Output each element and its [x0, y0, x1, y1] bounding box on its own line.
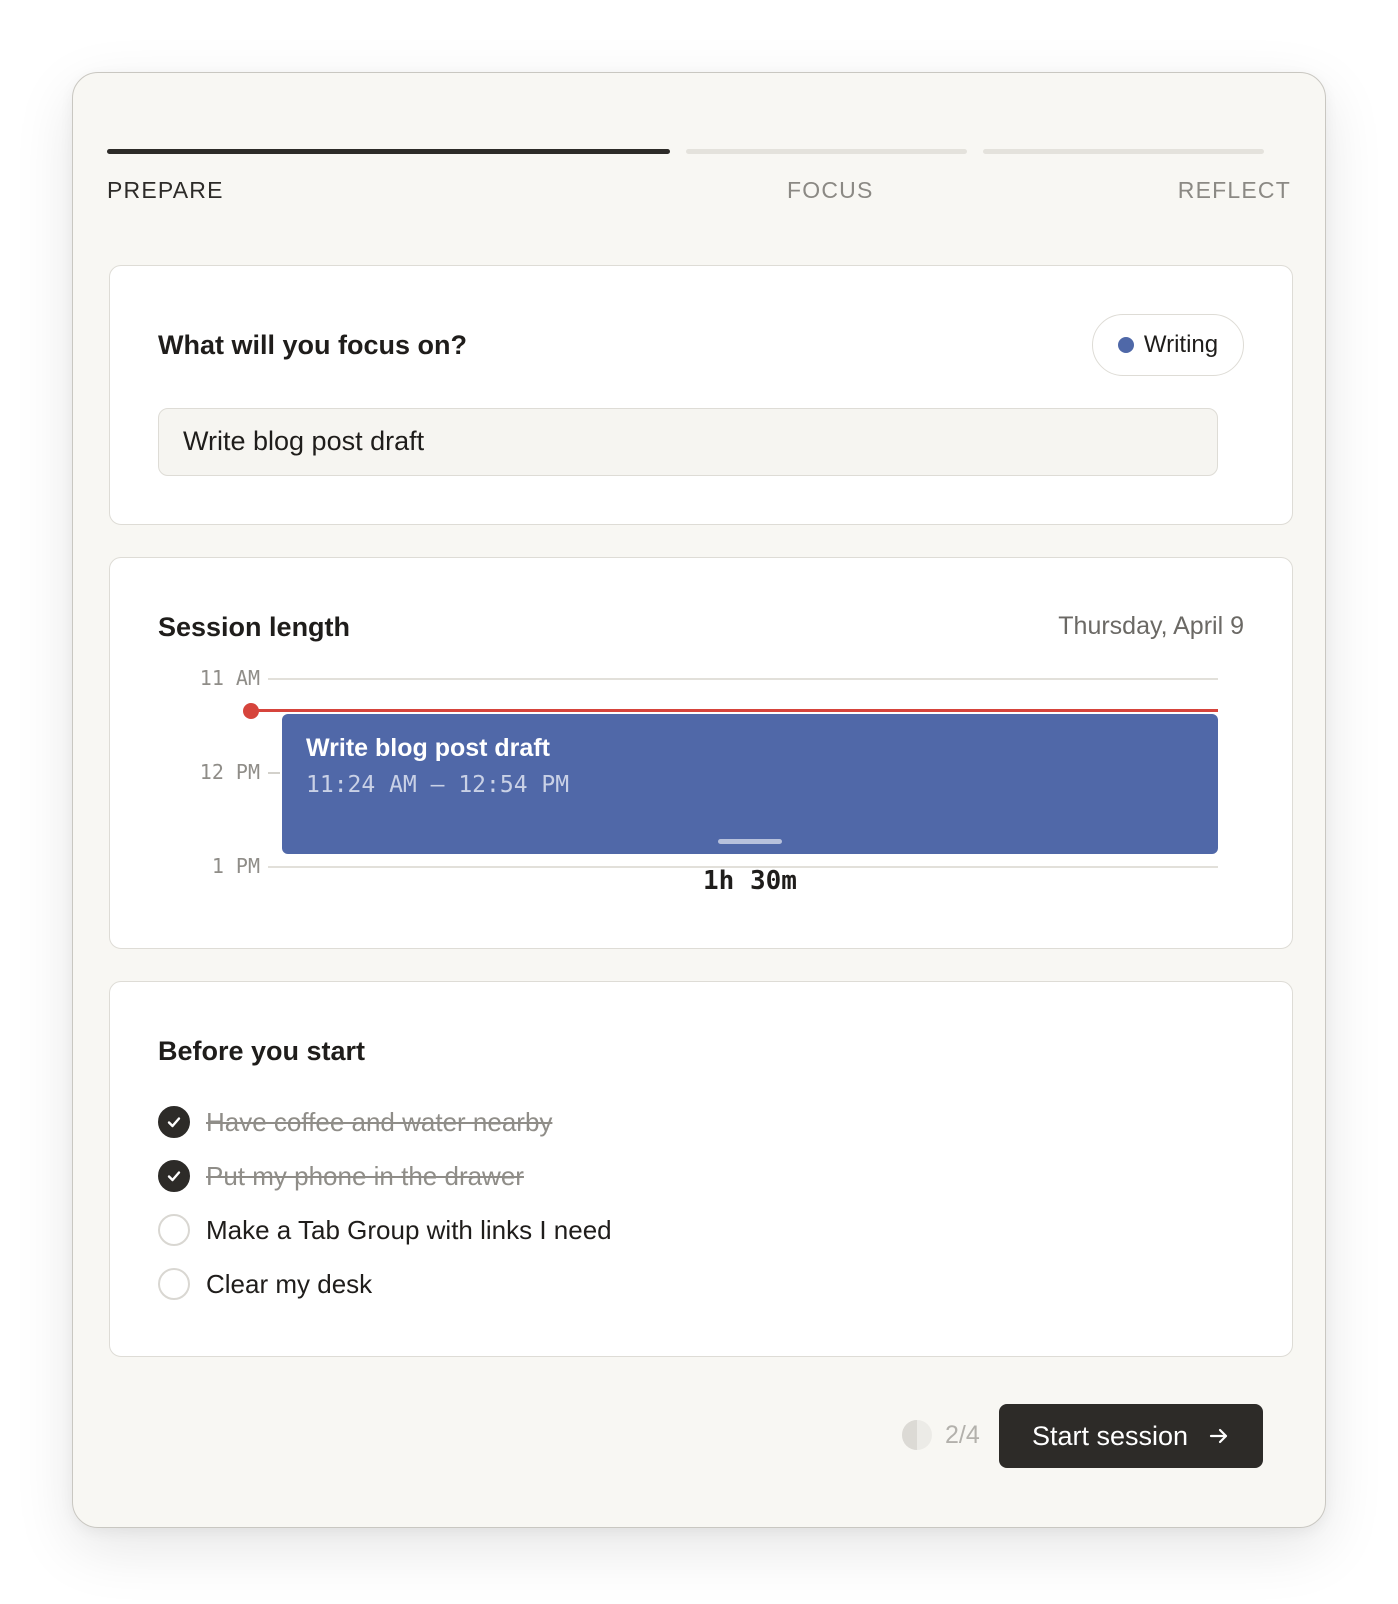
checklist-item[interactable]: Clear my desk [158, 1268, 372, 1300]
checklist-item-label: Have coffee and water nearby [206, 1106, 553, 1137]
checklist-title: Before you start [158, 1036, 366, 1066]
category-color-dot [1117, 337, 1134, 353]
hour-label-1pm: 1 PM [211, 854, 260, 878]
hour-tick-12pm [268, 772, 280, 774]
arrow-right-icon [1209, 1428, 1228, 1444]
checkbox-unchecked[interactable] [158, 1214, 190, 1246]
checklist-item-label: Make a Tab Group with links I need [206, 1214, 612, 1245]
step-bar-reflect [983, 149, 1264, 154]
event-title: Write blog post draft [306, 734, 550, 762]
checklist-item-label: Clear my desk [206, 1268, 373, 1299]
session-duration: 1h 30m [703, 866, 797, 896]
step-label-prepare[interactable]: PREPARE [107, 177, 224, 204]
session-date: Thursday, April 9 [1058, 612, 1244, 640]
event-resize-handle[interactable] [718, 839, 782, 844]
step-bar-prepare [107, 149, 670, 154]
start-session-button[interactable]: Start session [999, 1404, 1263, 1468]
checkmark-icon [167, 1171, 181, 1182]
checklist-item[interactable]: Have coffee and water nearby [158, 1106, 552, 1138]
category-pill[interactable]: Writing [1092, 314, 1244, 376]
event-time-range: 11:24 AM – 12:54 PM [306, 772, 570, 798]
session-card: Session length Thursday, April 9 11 AM 1… [109, 557, 1293, 949]
start-session-label: Start session [1031, 1420, 1189, 1451]
checkbox-checked[interactable] [158, 1106, 190, 1138]
checkbox-checked[interactable] [158, 1160, 190, 1192]
step-label-reflect[interactable]: REFLECT [1178, 177, 1291, 204]
checklist-item[interactable]: Put my phone in the drawer [158, 1160, 524, 1192]
checklist-progress: 2/4 [945, 1421, 980, 1449]
category-label: Writing [1143, 331, 1219, 358]
focus-card: What will you focus on? Writing Write bl… [109, 265, 1293, 525]
current-time-dot [243, 703, 259, 719]
session-title: Session length [158, 612, 351, 642]
session-event-block[interactable]: Write blog post draft 11:24 AM – 12:54 P… [282, 714, 1218, 854]
hour-label-11am: 11 AM [199, 666, 260, 690]
checklist-item-label: Put my phone in the drawer [206, 1160, 524, 1191]
checklist-card: Before you start Have coffee and water n… [109, 981, 1293, 1357]
step-bar-focus [686, 149, 967, 154]
hour-label-12pm: 12 PM [199, 760, 260, 784]
checklist-item[interactable]: Make a Tab Group with links I need [158, 1214, 612, 1246]
checkmark-icon [167, 1117, 181, 1128]
hour-line-11am [268, 678, 1218, 680]
focus-title: What will you focus on? [158, 330, 467, 360]
focus-session-window: PREPARE FOCUS REFLECT What will you focu… [72, 72, 1326, 1528]
checkbox-unchecked[interactable] [158, 1268, 190, 1300]
current-time-line [250, 709, 1218, 712]
step-label-focus[interactable]: FOCUS [787, 177, 874, 204]
focus-task-input[interactable]: Write blog post draft [158, 408, 1218, 476]
progress-ring-icon [902, 1420, 932, 1450]
